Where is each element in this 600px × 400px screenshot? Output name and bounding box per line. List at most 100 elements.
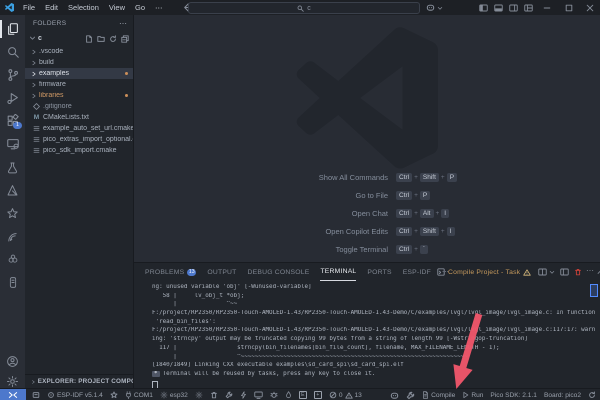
menu-more[interactable]: ⋯ [150, 3, 168, 12]
menu-selection[interactable]: Selection [63, 3, 104, 12]
shortcut-row: Show All Commands Ctrl+Shift+P [134, 173, 600, 182]
terminal-task-entry[interactable]: Compile Project - Task [437, 268, 531, 276]
command-center-search[interactable]: c [188, 2, 420, 14]
task-label: Compile Project - Task [448, 269, 520, 276]
open-panel-icon[interactable] [560, 268, 569, 276]
serial-monitor-icon [7, 276, 19, 289]
tab-esp-idf[interactable]: ESP-IDF [403, 264, 431, 281]
activity-run-debug[interactable] [0, 87, 25, 109]
tree-item-example-auto-set-url[interactable]: example_auto_set_url.cmake [25, 123, 133, 134]
menu-file[interactable]: File [18, 3, 40, 12]
activity-serial-monitor[interactable] [0, 271, 25, 293]
chevron-collapsed-icon [31, 71, 37, 77]
warning-icon [345, 392, 353, 399]
status-debug-icon[interactable] [270, 391, 278, 399]
kill-terminal-trash-icon[interactable] [574, 268, 582, 276]
tree-item-build[interactable]: build [25, 57, 133, 68]
menu-edit[interactable]: Edit [40, 3, 63, 12]
status-run-button[interactable]: Run [462, 391, 483, 399]
status-monitor-icon[interactable] [254, 391, 263, 399]
refresh-icon[interactable] [109, 35, 117, 43]
explorer-icon [6, 22, 20, 36]
copilot-menu-button[interactable] [426, 3, 443, 12]
chevron-collapsed-icon [31, 93, 37, 99]
activity-extensions[interactable]: 1 [0, 110, 25, 132]
active-indicator [0, 20, 2, 38]
status-board[interactable]: Board: pico2 [544, 392, 581, 399]
project-components-section[interactable]: EXPLORER: PROJECT COMPONENTS [25, 374, 133, 388]
chevron-collapsed-icon [31, 49, 37, 55]
status-com-port[interactable]: COM1 [125, 391, 153, 399]
remote-indicator[interactable] [0, 389, 26, 400]
tree-item-gitignore[interactable]: .gitignore [25, 101, 133, 112]
activity-testing[interactable] [0, 156, 25, 178]
status-trash-icon[interactable] [210, 391, 218, 399]
cmake-file-icon: M [33, 114, 40, 121]
tree-item-cmakelists[interactable]: M CMakeLists.txt [25, 112, 133, 123]
testing-flask-icon [6, 161, 19, 174]
tree-item-libraries[interactable]: libraries [25, 90, 133, 101]
vscode-logo-icon [5, 3, 14, 12]
customize-layout-icon[interactable] [524, 4, 533, 12]
chevron-collapsed-icon [31, 379, 36, 385]
close-button[interactable] [579, 0, 600, 15]
activity-search[interactable] [0, 41, 25, 63]
tab-problems[interactable]: PROBLEMS 13 [145, 264, 196, 281]
status-add-box[interactable]: + [314, 391, 322, 399]
tab-output[interactable]: OUTPUT [207, 264, 236, 281]
error-icon [329, 391, 337, 399]
status-compile-button[interactable]: Compile [422, 391, 455, 399]
status-refresh-icon[interactable] [588, 391, 596, 399]
status-tools-icon[interactable] [406, 391, 415, 400]
activity-esp-idf[interactable] [0, 225, 25, 247]
panel-more-actions-icon[interactable]: ⋯ [586, 266, 594, 275]
collapse-all-icon[interactable] [121, 35, 129, 43]
status-copilot-icon[interactable] [390, 391, 399, 400]
status-lightning-icon[interactable] [240, 391, 247, 399]
status-star-icon[interactable] [110, 391, 118, 399]
activity-raspberry-pi[interactable] [0, 248, 25, 270]
status-problems-summary[interactable]: 0 13 [329, 391, 362, 399]
status-target-esp32[interactable]: esp32 [160, 391, 188, 399]
tree-item-pico-extras-import[interactable]: pico_extras_import_optional.cmake [25, 134, 133, 145]
activity-explorer[interactable] [0, 18, 25, 40]
activity-source-control[interactable] [0, 64, 25, 86]
status-device-icon[interactable] [32, 391, 40, 399]
folders-section-header[interactable]: FOLDERS [33, 20, 67, 27]
status-pico-sdk[interactable]: Pico SDK: 2.1.1 [490, 392, 537, 399]
tree-root-folder[interactable]: c [25, 33, 133, 44]
remote-icon [8, 391, 18, 399]
terminal-line: | ^~~ [152, 301, 598, 310]
tree-item-firmware[interactable]: firmware [25, 79, 133, 90]
menu-go[interactable]: Go [130, 3, 150, 12]
new-file-icon[interactable] [85, 35, 93, 43]
tree-item-vscode[interactable]: .vscode [25, 46, 133, 57]
more-actions-icon[interactable]: ⋯ [119, 19, 127, 28]
status-gear-icon[interactable] [195, 391, 203, 399]
tab-terminal[interactable]: TERMINAL [320, 263, 356, 281]
toggle-primary-sidebar-icon[interactable] [479, 4, 488, 12]
terminal-output[interactable]: ng: unused variable 'obj' [-Wunused-vari… [152, 284, 598, 390]
split-terminal-button[interactable] [538, 268, 555, 276]
terminal-scroll-indicator[interactable] [590, 284, 598, 297]
status-esp-explorer-box[interactable]: E [299, 391, 307, 399]
status-esp-idf-version[interactable]: ESP-IDF v5.1.4 [47, 391, 103, 399]
maximize-button[interactable] [558, 0, 580, 15]
toggle-secondary-sidebar-icon[interactable] [509, 4, 518, 12]
activity-remote-explorer[interactable] [0, 133, 25, 155]
menu-view[interactable]: View [104, 3, 130, 12]
accounts-button[interactable] [0, 350, 25, 372]
tab-ports[interactable]: PORTS [367, 264, 391, 281]
toggle-panel-icon[interactable] [494, 4, 503, 12]
tab-debug-console[interactable]: DEBUG CONSOLE [248, 264, 310, 281]
gear-icon [160, 391, 168, 399]
activity-cmake[interactable] [0, 179, 25, 201]
tree-item-pico-sdk-import[interactable]: pico_sdk_import.cmake [25, 145, 133, 156]
status-wrench-icon[interactable] [225, 391, 233, 399]
watermark-shortcuts: Show All Commands Ctrl+Shift+P Go to Fil… [134, 173, 600, 263]
minimize-button[interactable] [536, 0, 558, 15]
status-flame-icon[interactable] [285, 391, 292, 399]
new-folder-icon[interactable] [97, 35, 105, 43]
activity-platformio[interactable] [0, 202, 25, 224]
tree-item-examples[interactable]: examples [25, 68, 133, 79]
